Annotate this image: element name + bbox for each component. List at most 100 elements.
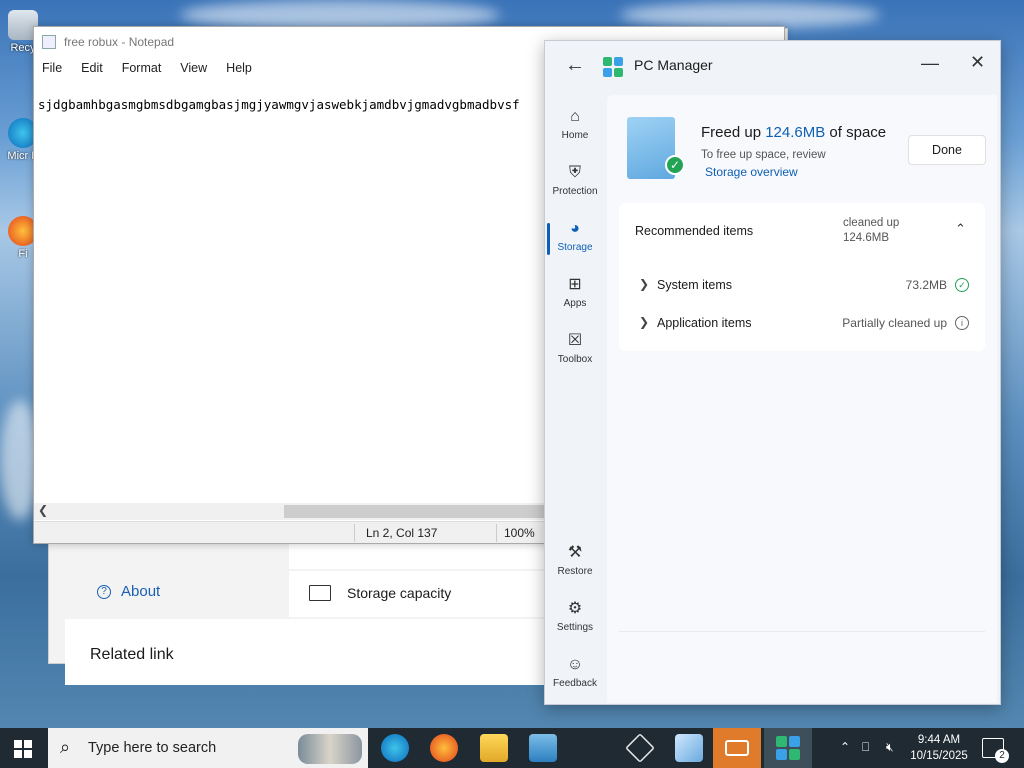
nav-feedback[interactable]: ☺ Feedback <box>545 651 605 701</box>
nav-protection-label: Protection <box>552 186 598 197</box>
menu-format[interactable]: Format <box>122 61 162 75</box>
recommended-items-card: Recommended items cleaned up 124.6MB ⌃ ❯… <box>619 203 985 351</box>
nav-settings[interactable]: ⚙ Settings <box>545 595 605 645</box>
notification-count: 2 <box>995 749 1009 763</box>
volume-muted-icon[interactable]: 🔇︎ <box>886 740 894 755</box>
pc-manager-logo-icon <box>776 736 800 760</box>
notepad-icon <box>42 35 56 49</box>
nav-storage[interactable]: ◕ Storage <box>545 215 605 265</box>
nav-home-label: Home <box>561 130 589 141</box>
cleaned-up-label: cleaned up <box>843 217 900 229</box>
storage-capacity-item[interactable]: Storage capacity <box>289 571 549 617</box>
expand-chevron-icon[interactable]: ❯ <box>639 315 649 329</box>
freed-up-heading: Freed up 124.6MB of space <box>701 124 886 141</box>
related-link-heading: Related link <box>90 646 174 663</box>
nav-apps-label: Apps <box>563 298 587 309</box>
storage-content: ✓ Freed up 124.6MB of space To free up s… <box>607 95 997 703</box>
feedback-icon: ☺ <box>566 656 584 673</box>
home-icon: ⌂ <box>570 108 580 125</box>
nav-toolbox[interactable]: ☒ Toolbox <box>545 327 605 377</box>
menu-view[interactable]: View <box>180 61 207 75</box>
nav-restore-label: Restore <box>557 566 593 577</box>
pc-manager-title-bar[interactable]: ← PC Manager — ✕ <box>545 41 1000 91</box>
check-circle-icon: ✓ <box>955 278 969 292</box>
firefox-icon[interactable] <box>430 734 458 762</box>
storage-app-icon[interactable] <box>675 734 703 762</box>
horizontal-scrollbar[interactable]: ❮ <box>34 503 546 520</box>
folder-icon <box>309 585 331 601</box>
review-hint: To free up space, review <box>701 149 826 161</box>
status-separator <box>354 524 355 542</box>
nav-toolbox-label: Toolbox <box>557 354 593 365</box>
tray-chevron-icon[interactable]: ⌃ <box>840 740 850 754</box>
desktop-cloud <box>620 2 880 28</box>
notepad-status-bar: Ln 2, Col 137 100% <box>34 521 546 543</box>
success-check-icon: ✓ <box>665 155 685 175</box>
freed-prefix: Freed up <box>701 124 766 141</box>
freed-amount: 124.6MB <box>765 124 826 141</box>
minimize-icon[interactable]: — <box>921 53 939 74</box>
nav-feedback-label: Feedback <box>553 678 597 689</box>
pc-manager-taskbar-button[interactable] <box>764 728 812 768</box>
notepad-text-area[interactable]: sjdgbamhbgasmgbmsdbgamgbasjmgjyawmgvjasw… <box>38 97 546 112</box>
taskbar-clock[interactable]: 9:44 AM 10/15/2025 <box>906 732 972 764</box>
nav-restore[interactable]: ⚒ Restore <box>545 539 605 589</box>
scrollbar-thumb[interactable] <box>284 505 546 518</box>
toolbox-icon: ☒ <box>567 332 583 349</box>
taskbar-app-active[interactable] <box>713 728 761 768</box>
nav-settings-label: Settings <box>556 622 594 633</box>
storage-capacity-label: Storage capacity <box>347 585 452 601</box>
desktop-icon-label: Recy <box>10 42 36 54</box>
notepad-title: free robux - Notepad <box>64 35 175 49</box>
content-divider <box>619 631 985 632</box>
nav-storage-label: Storage <box>557 242 593 253</box>
control-panel-icon[interactable] <box>529 734 557 762</box>
status-separator <box>496 524 497 542</box>
application-items-row[interactable]: ❯ Application items Partially cleaned up… <box>639 315 969 335</box>
taskbar-search-box[interactable]: ⌕ Type here to search <box>48 728 368 768</box>
pc-manager-title: PC Manager <box>634 57 713 73</box>
nav-apps[interactable]: ⊞ Apps <box>545 271 605 321</box>
expand-chevron-icon[interactable]: ❯ <box>639 277 649 291</box>
gear-icon: ⚙ <box>567 600 583 617</box>
edge-icon[interactable] <box>381 734 409 762</box>
application-items-status: Partially cleaned up <box>842 316 947 330</box>
taskbar: ⌕ Type here to search ⌃ ⎕ 🔇︎ 9:44 AM 10/… <box>0 728 1024 768</box>
back-arrow-icon[interactable]: ← <box>565 54 585 77</box>
notification-center-icon[interactable]: 2 <box>982 738 1009 763</box>
clock-time: 9:44 AM <box>917 734 961 746</box>
system-items-row[interactable]: ❯ System items 73.2MB ✓ <box>639 277 969 297</box>
settings-left-pane <box>65 541 287 621</box>
status-zoom: 100% <box>504 526 535 540</box>
nav-home[interactable]: ⌂ Home <box>545 103 605 153</box>
storage-illustration: ✓ <box>627 117 685 179</box>
close-icon[interactable]: ✕ <box>970 52 985 73</box>
collapse-chevron-icon[interactable]: ⌃ <box>955 221 966 237</box>
nav-protection[interactable]: ⛨ Protection <box>545 159 605 209</box>
system-items-label: System items <box>657 278 733 292</box>
search-highlight-image <box>298 734 362 764</box>
storage-overview-link[interactable]: Storage overview <box>705 165 798 179</box>
about-link[interactable]: ? About <box>97 583 160 600</box>
freed-suffix: of space <box>825 124 887 141</box>
menu-edit[interactable]: Edit <box>81 61 103 75</box>
desktop-icon-label: Fi <box>18 248 28 260</box>
cleaned-up-status: cleaned up 124.6MB <box>843 216 899 246</box>
file-explorer-icon[interactable] <box>480 734 508 762</box>
pulse-app-icon <box>725 740 749 756</box>
search-icon: ⌕ <box>60 737 71 757</box>
menu-file[interactable]: File <box>42 61 62 75</box>
application-items-label: Application items <box>657 316 752 330</box>
cleaned-up-amount: 124.6MB <box>843 232 890 244</box>
done-button[interactable]: Done <box>908 135 986 165</box>
windows-start-icon[interactable] <box>14 740 32 758</box>
menu-help[interactable]: Help <box>226 61 252 75</box>
help-circle-icon: ? <box>97 584 111 599</box>
scroll-left-icon[interactable]: ❮ <box>38 503 48 517</box>
pc-manager-logo-icon <box>603 57 623 77</box>
network-icon[interactable]: ⎕ <box>862 740 869 755</box>
search-placeholder: Type here to search <box>88 740 217 756</box>
about-label: About <box>121 583 161 600</box>
3d-viewer-icon[interactable] <box>625 733 655 763</box>
info-circle-icon: i <box>955 316 969 330</box>
